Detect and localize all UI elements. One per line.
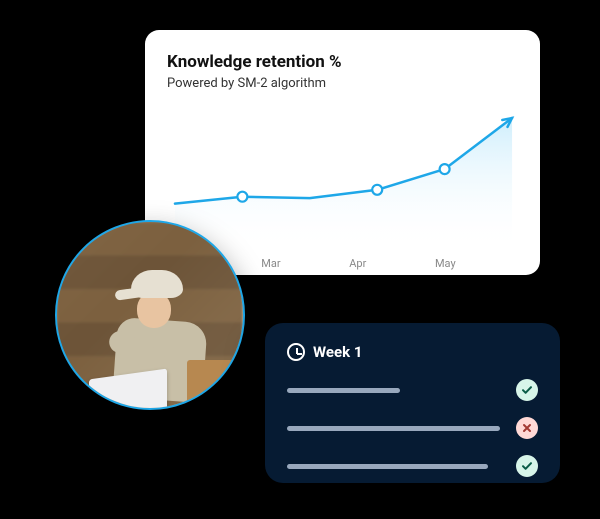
check-icon — [516, 379, 538, 401]
week-rows — [287, 379, 538, 477]
check-icon — [516, 455, 538, 477]
week-card: Week 1 — [265, 323, 560, 483]
week-progress-bar — [287, 426, 500, 431]
close-icon — [516, 417, 538, 439]
week-row — [287, 417, 538, 439]
week-title: Week 1 — [313, 343, 362, 361]
week-row — [287, 455, 538, 477]
week-header: Week 1 — [287, 343, 538, 361]
x-tick: May — [435, 257, 456, 270]
clock-icon — [287, 343, 305, 361]
chart-title: Knowledge retention % — [167, 52, 520, 72]
week-progress-bar — [287, 464, 488, 469]
x-tick: Apr — [349, 257, 366, 270]
week-progress-bar — [287, 388, 400, 393]
week-row — [287, 379, 538, 401]
avatar — [55, 220, 245, 410]
x-tick: Mar — [261, 257, 280, 270]
chart-subtitle: Powered by SM-2 algorithm — [167, 76, 520, 91]
